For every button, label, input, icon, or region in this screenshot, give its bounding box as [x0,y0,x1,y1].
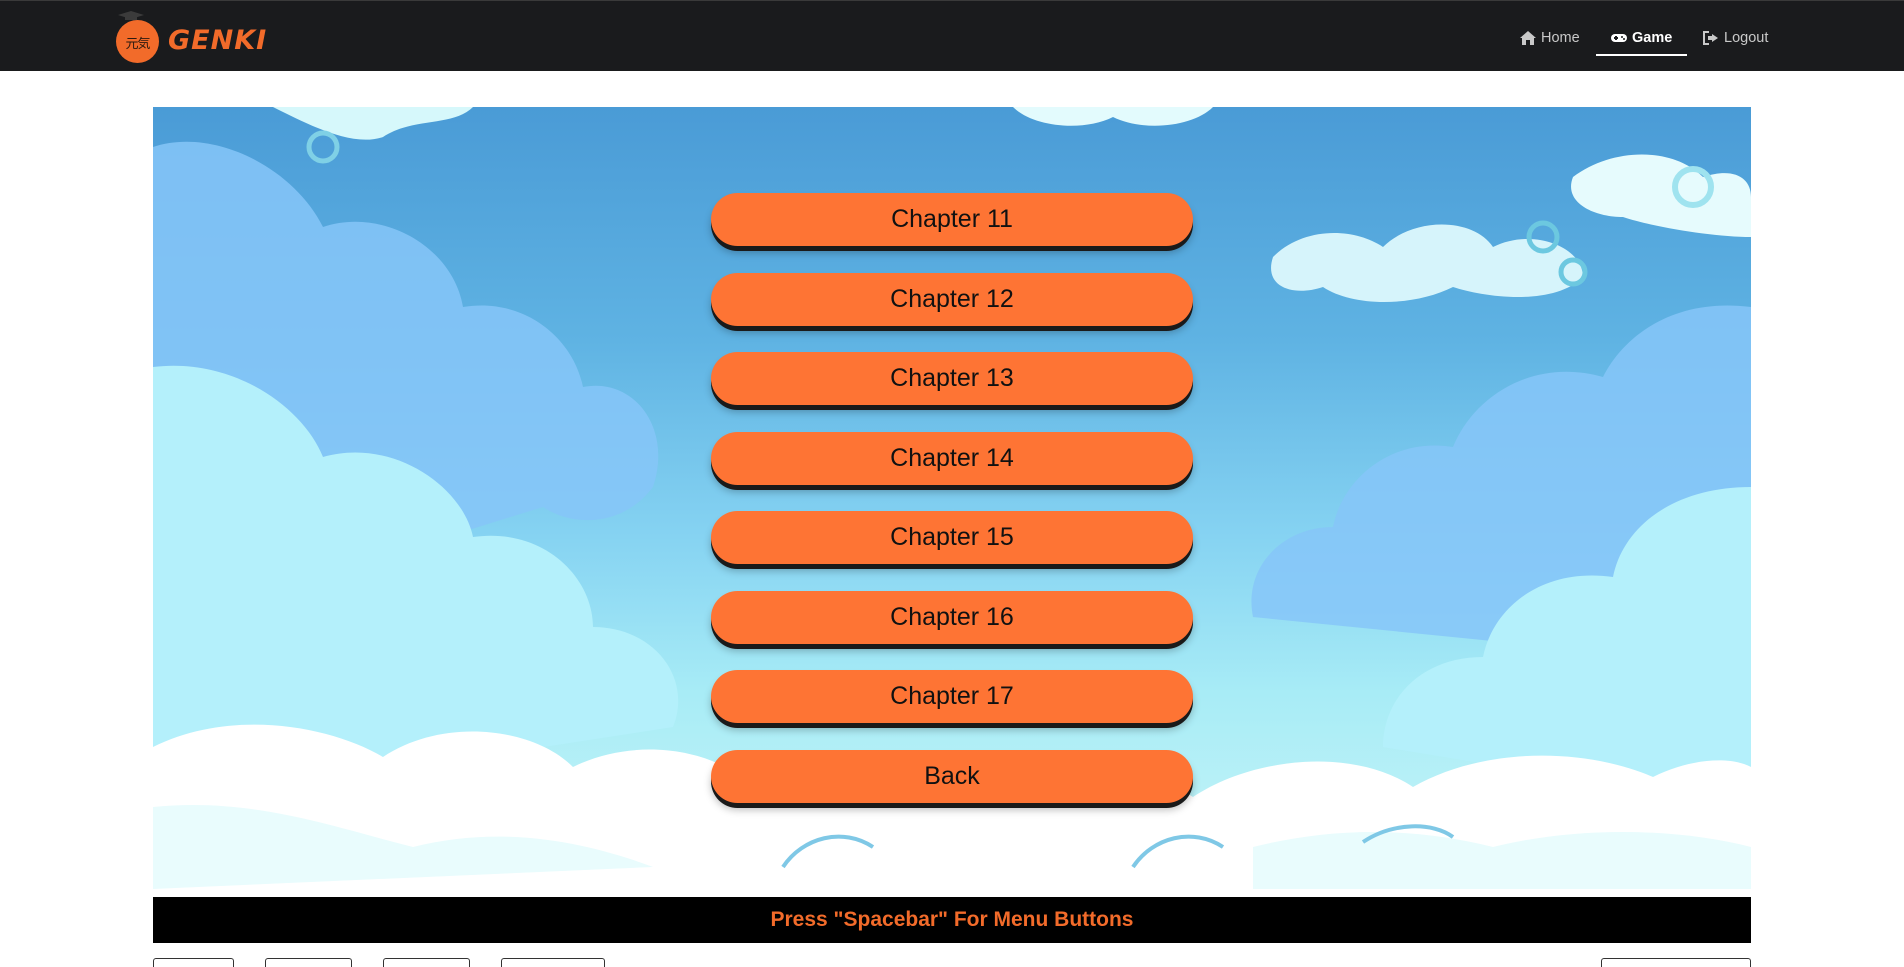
nav-item-home[interactable]: Home [1520,25,1580,51]
nav-item-home-label: Home [1541,30,1580,46]
gamepad-icon [1611,34,1627,42]
brand-name: GENKI [168,24,268,56]
bottom-control-button[interactable] [1601,958,1751,967]
genki-logo-icon: 元気 [116,10,159,63]
chapter-15-button[interactable]: Chapter 15 [711,511,1193,564]
chapter-16-button[interactable]: Chapter 16 [711,590,1193,644]
game-canvas[interactable]: Chapter 11 Chapter 12 Chapter 13 Chapter… [153,107,1751,889]
chapter-14-button[interactable]: Chapter 14 [711,431,1193,485]
logo-kanji: 元気 [125,37,150,52]
bottom-control-button[interactable] [153,958,234,967]
chapter-12-button[interactable]: Chapter 12 [711,272,1193,326]
back-button[interactable]: Back [711,749,1193,803]
chapter-17-button[interactable]: Chapter 17 [711,670,1193,723]
nav-item-logout[interactable]: Logout [1703,25,1768,51]
chapter-13-button[interactable]: Chapter 13 [711,352,1193,405]
sign-out-icon [1703,31,1718,45]
bottom-control-button[interactable] [383,958,470,967]
active-tab-underline [1596,54,1687,56]
bottom-control-button[interactable] [265,958,352,967]
chapter-menu: Chapter 11 Chapter 12 Chapter 13 Chapter… [711,193,1193,829]
brand-logo-link[interactable]: 元気 GENKI [116,10,268,63]
top-navbar: 元気 GENKI Home Game Logout [0,0,1904,71]
chapter-11-button[interactable]: Chapter 11 [711,193,1193,246]
spacebar-hint: Press "Spacebar" For Menu Buttons [770,908,1134,931]
nav-item-game[interactable]: Game [1611,25,1672,51]
hint-bar: Press "Spacebar" For Menu Buttons [153,897,1751,943]
graduation-cap-icon [118,10,144,20]
bottom-control-button[interactable] [501,958,605,967]
nav-item-game-label: Game [1632,30,1673,46]
home-icon [1520,31,1536,45]
nav-item-logout-label: Logout [1724,30,1769,46]
